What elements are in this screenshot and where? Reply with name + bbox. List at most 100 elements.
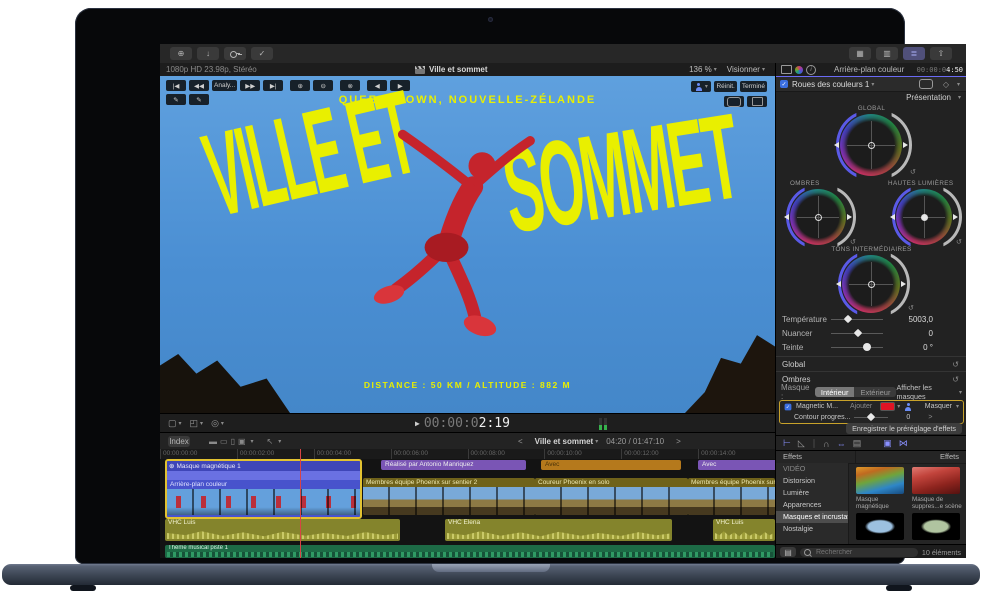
- video-clip[interactable]: Coureur Phoenix en solo: [535, 478, 688, 515]
- mask-mode-menu[interactable]: Masquer: [925, 403, 952, 410]
- subject-person-icon[interactable]: [904, 402, 912, 411]
- global-group-row[interactable]: Global ↺: [776, 356, 966, 371]
- inspector-toggle-button[interactable]: ≣: [903, 47, 925, 60]
- background-tasks-button[interactable]: ✓: [251, 47, 273, 60]
- index-button[interactable]: Index: [168, 436, 190, 447]
- mask-thumbnail-icon[interactable]: [919, 79, 933, 89]
- feather-value[interactable]: 0: [906, 414, 910, 421]
- slider-thumb[interactable]: [853, 328, 863, 337]
- clip-appearance-button[interactable]: ▤: [853, 438, 862, 449]
- timeline-option-4-button[interactable]: ▣: [238, 437, 249, 446]
- reset-icon[interactable]: ↺: [952, 360, 959, 369]
- reset-icon[interactable]: ↺: [908, 304, 914, 312]
- hue-value[interactable]: 0 °: [923, 343, 933, 352]
- cursor-tool-menu[interactable]: ↖: [267, 437, 277, 446]
- category-nostalgie[interactable]: Nostalgie: [776, 523, 848, 535]
- next-project-button[interactable]: >: [676, 437, 681, 446]
- audio-fade-button[interactable]: ◺: [798, 438, 805, 449]
- info-inspector-icon[interactable]: i: [806, 64, 816, 75]
- effects-view-button[interactable]: ▤: [780, 547, 796, 557]
- music-clip[interactable]: Thème musical piste 1: [165, 545, 775, 558]
- title-clip[interactable]: Avec: [698, 460, 783, 470]
- color-wheel-highlights[interactable]: [890, 185, 962, 249]
- temperature-slider[interactable]: [830, 314, 883, 323]
- category-video[interactable]: VIDÉO: [776, 463, 848, 475]
- slider-thumb[interactable]: [862, 342, 871, 351]
- keywords-button[interactable]: [224, 47, 246, 60]
- reset-icon[interactable]: ↺: [910, 168, 916, 176]
- tint-value[interactable]: 0: [929, 329, 933, 338]
- mask-exterior-button[interactable]: Extérieur: [854, 387, 897, 397]
- audio-clip[interactable]: VHC Elena: [445, 519, 672, 541]
- effect-thumbnail-vignette-2[interactable]: [912, 513, 960, 540]
- timeline-project-menu[interactable]: Ville et sommet: [535, 437, 594, 446]
- hue-slider[interactable]: [831, 342, 884, 351]
- show-masks-menu[interactable]: Afficher les masques: [896, 383, 957, 401]
- download-button[interactable]: ↓: [197, 47, 219, 60]
- temperature-value[interactable]: 5003,0: [909, 315, 933, 324]
- mask-color-swatch[interactable]: [880, 402, 896, 411]
- slider-thumb[interactable]: [844, 314, 853, 323]
- selected-clip-group[interactable]: ⊛ Masque magnétique 1 Arrière-plan coule…: [165, 459, 362, 519]
- reset-icon[interactable]: ↺: [956, 238, 962, 246]
- presentation-menu[interactable]: Présentation: [906, 93, 951, 102]
- zoom-level-menu[interactable]: 136 %: [689, 65, 712, 74]
- timeline-option-3-button[interactable]: ▯: [231, 437, 238, 446]
- distort-tool-button[interactable]: ◎: [211, 418, 219, 429]
- wheel-puck[interactable]: [921, 214, 928, 221]
- browser-view-button[interactable]: ▦: [849, 47, 871, 60]
- import-media-button[interactable]: ⊕: [170, 47, 192, 60]
- color-wheel-global[interactable]: [834, 110, 912, 180]
- effect-row[interactable]: ✓ Roues des couleurs 1 ▾ ◇ ▾: [776, 77, 966, 92]
- audio-meters[interactable]: [597, 417, 607, 430]
- transitions-browser-button[interactable]: ⋈: [899, 438, 908, 449]
- analyze-button[interactable]: Analy...: [212, 80, 238, 91]
- reset-icon[interactable]: ↺: [850, 238, 856, 246]
- video-clip[interactable]: Membres équipe Phoenix sur sentier 2: [688, 478, 775, 515]
- video-inspector-icon[interactable]: [781, 65, 792, 74]
- save-effect-preset-button[interactable]: Enregistrer le préréglage d'effets: [846, 423, 962, 434]
- audio-clip[interactable]: VHC Luis: [165, 519, 400, 541]
- timeline-view-button[interactable]: ▥: [876, 47, 898, 60]
- crop-tool-button[interactable]: ◰: [190, 418, 199, 429]
- skip-forward-button[interactable]: ▶|: [263, 80, 284, 91]
- tint-slider[interactable]: [831, 328, 884, 337]
- effect-thumbnail-magnetic-mask[interactable]: [856, 467, 904, 494]
- color-wheel-shadows[interactable]: [784, 185, 856, 249]
- snapping-button[interactable]: ⇔: [837, 439, 846, 449]
- title-clip[interactable]: Avec: [541, 460, 681, 470]
- slider-thumb[interactable]: [866, 412, 876, 422]
- video-clip[interactable]: Membres équipe Phoenix sur sentier 2: [363, 478, 535, 515]
- color-wheel-midtones[interactable]: [836, 251, 910, 317]
- mask-add-button[interactable]: Ajouter: [850, 403, 872, 410]
- view-menu[interactable]: Visionner: [727, 65, 760, 74]
- color-inspector-icon[interactable]: [795, 65, 803, 74]
- search-field[interactable]: [800, 547, 918, 557]
- category-masques-et-incrustation[interactable]: Masques et incrustation: [776, 511, 848, 523]
- chevron-down-icon[interactable]: ▾: [897, 403, 900, 410]
- trim-tool-button[interactable]: ⊢: [783, 438, 791, 449]
- search-input[interactable]: [814, 547, 888, 557]
- chevron-down-icon[interactable]: ▾: [957, 81, 960, 88]
- share-button[interactable]: ⇧: [930, 47, 952, 60]
- fast-forward-button[interactable]: ▶▶: [240, 80, 261, 91]
- effect-thumbnail-vignette-1[interactable]: [856, 513, 904, 540]
- mask-interior-button[interactable]: Intérieur: [814, 387, 855, 397]
- previous-project-button[interactable]: <: [518, 437, 523, 446]
- timeline-ruler[interactable]: 00:00:00:00 00:00:02:00 00:00:04:00 00:0…: [160, 449, 775, 459]
- playhead[interactable]: [300, 449, 301, 558]
- audio-clip[interactable]: VHC Luis: [713, 519, 775, 541]
- audio-solo-button[interactable]: ∩: [823, 439, 829, 449]
- person-menu-button[interactable]: ▾: [691, 81, 712, 92]
- effect-thumbnail-scene-removal[interactable]: [912, 467, 960, 494]
- done-button[interactable]: Terminé: [739, 81, 767, 92]
- wheel-puck[interactable]: [815, 214, 822, 221]
- skip-back-button[interactable]: |◀: [166, 80, 186, 91]
- feather-row[interactable]: Contour progres... 0 >: [780, 412, 963, 423]
- magnetic-mask-row[interactable]: ✓ Magnetic M... Ajouter ▾ Masquer ▾: [780, 401, 963, 412]
- feather-slider[interactable]: [854, 412, 889, 422]
- rewind-button[interactable]: ◀◀: [189, 80, 209, 91]
- title-clip[interactable]: Réalisé par Antonio Manriquez: [381, 460, 526, 470]
- wheel-puck[interactable]: [868, 142, 875, 149]
- skimming-button[interactable]: ∣: [812, 438, 817, 449]
